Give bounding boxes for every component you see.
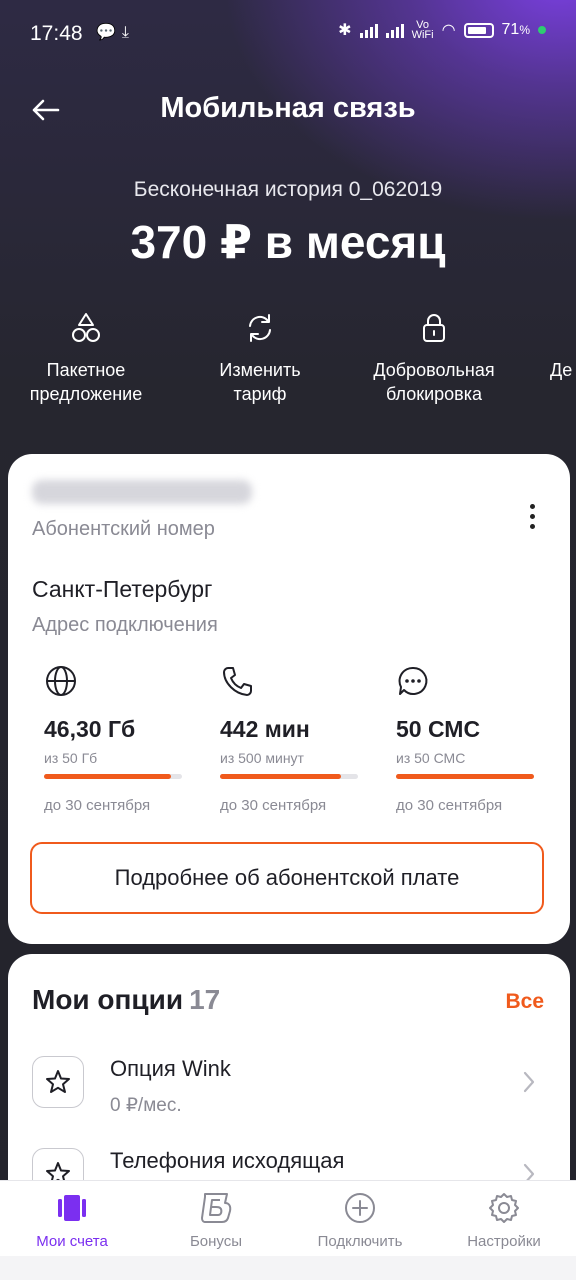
phone-label: Абонентский номер <box>32 518 215 540</box>
option-price: 0 ₽/мес. <box>110 1095 182 1116</box>
phone-number-hidden <box>32 480 252 504</box>
phone-icon <box>223 667 252 696</box>
battery-icon <box>463 22 494 38</box>
nav-label: Бонусы <box>189 1233 243 1250</box>
options-title-text: Мои опции <box>32 984 184 1015</box>
progress-bar <box>220 774 358 779</box>
status-time: 17:48 <box>30 22 83 45</box>
lock-icon <box>423 314 445 342</box>
nav-my-accounts[interactable]: Мои счета <box>0 1191 144 1250</box>
action-label-line1: Пакетное <box>46 360 126 380</box>
subscriber-card: Абонентский номер Санкт-Петербург Адрес … <box>8 454 570 944</box>
city: Санкт-Петербург <box>32 576 213 602</box>
stat-value: 442 мин <box>220 716 310 742</box>
nav-settings[interactable]: Настройки <box>432 1191 576 1250</box>
stat-until: до 30 сентября <box>44 797 151 814</box>
tariff-name: Бесконечная история 0_062019 <box>133 178 443 201</box>
header: Мобильная связь <box>0 80 576 140</box>
page-title: Мобильная связь <box>160 92 416 124</box>
action-label-line1: Де <box>550 360 573 380</box>
status-right-icons: ✱ Vo WiFi ◠ 71% <box>338 19 546 41</box>
progress-fill <box>220 774 342 779</box>
action-package-offer[interactable]: Пакетное предложение <box>6 310 166 406</box>
option-row[interactable]: Опция Wink 0 ₽/мес. <box>32 1056 546 1126</box>
nav-connect[interactable]: Подключить <box>288 1191 432 1250</box>
stat-total: из 50 СМС <box>396 750 466 766</box>
stat-internet[interactable]: 46,30 Гб из 50 Гб до 30 сентября <box>44 664 204 814</box>
chat-icon <box>398 666 428 695</box>
stat-minutes[interactable]: 442 мин из 500 минут до 30 сентября <box>220 664 380 814</box>
more-menu-icon[interactable] <box>530 504 536 534</box>
quick-actions: Пакетное предложение Изменить тариф Добр… <box>0 310 576 420</box>
stat-total: из 500 минут <box>220 750 304 766</box>
bottom-nav: Мои счета Бонусы Подключить Настройки <box>0 1180 576 1257</box>
options-all-link[interactable]: Все <box>505 990 544 1014</box>
action-change-tariff[interactable]: Изменить тариф <box>180 310 340 406</box>
system-nav-area <box>0 1256 576 1280</box>
stat-value: 46,30 Гб <box>44 716 136 742</box>
progress-bar <box>396 774 534 779</box>
refresh-icon <box>249 314 271 342</box>
action-label-line1: Изменить <box>219 360 301 380</box>
nav-label: Мои счета <box>36 1233 108 1250</box>
action-label-line1: Добровольная <box>373 360 495 380</box>
plus-icon <box>345 1193 375 1223</box>
vowifi-icon: Vo WiFi <box>411 19 434 41</box>
address-label: Адрес подключения <box>32 614 218 636</box>
shapes-icon <box>72 313 100 342</box>
star-icon <box>32 1056 84 1108</box>
options-title: Мои опции 17 <box>32 984 220 1016</box>
action-voluntary-block[interactable]: Добровольная блокировка <box>354 310 514 406</box>
progress-fill <box>396 774 534 779</box>
signal-icon-2 <box>385 22 404 38</box>
action-partial[interactable]: Де <box>550 310 576 382</box>
gear-icon <box>489 1193 519 1223</box>
nav-label: Настройки <box>467 1233 541 1250</box>
chevron-right-icon <box>523 1071 535 1093</box>
accounts-icon <box>58 1195 86 1221</box>
progress-fill <box>44 774 171 779</box>
privacy-dot-icon <box>538 26 546 34</box>
option-name: Телефония исходящая <box>110 1148 345 1173</box>
stat-total: из 50 Гб <box>44 750 98 766</box>
signal-icon <box>359 22 378 38</box>
stat-value: 50 СМС <box>396 716 481 742</box>
battery-level: 71% <box>501 21 530 38</box>
options-count: 17 <box>189 984 221 1015</box>
notification-icons: 💬⤓ <box>96 24 135 41</box>
nav-label: Подключить <box>317 1233 403 1250</box>
bonus-icon <box>201 1193 232 1223</box>
wifi-icon: ◠ <box>441 22 456 39</box>
bluetooth-icon: ✱ <box>338 22 352 39</box>
stat-until: до 30 сентября <box>396 797 503 814</box>
stat-until: до 30 сентября <box>220 797 327 814</box>
status-bar: 17:48 💬⤓ ✱ Vo WiFi ◠ 71% <box>0 0 576 66</box>
progress-bar <box>44 774 182 779</box>
subscription-fee-details-button[interactable]: Подробнее об абонентской плате <box>30 842 544 914</box>
nav-bonuses[interactable]: Бонусы <box>144 1191 288 1250</box>
action-label-line2: тариф <box>233 384 287 404</box>
option-name: Опция Wink <box>110 1056 231 1081</box>
globe-icon <box>46 666 76 696</box>
options-card: Мои опции 17 Все Опция Wink 0 ₽/мес. Теле… <box>8 954 570 1214</box>
stat-sms[interactable]: 50 СМС из 50 СМС до 30 сентября <box>396 664 556 814</box>
action-label-line2: блокировка <box>385 384 482 404</box>
action-label-line2: предложение <box>29 384 143 404</box>
tariff-price: 370 ₽ в месяц <box>130 216 446 268</box>
